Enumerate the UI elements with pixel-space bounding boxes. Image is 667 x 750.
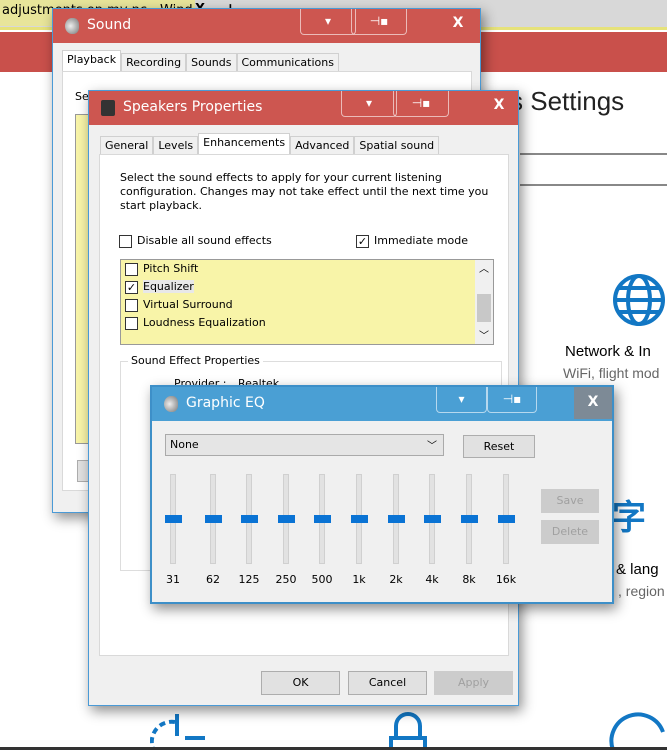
eq-band-label: 500 bbox=[311, 573, 333, 586]
effect-label: Equalizer bbox=[143, 280, 194, 293]
lock-icon[interactable] bbox=[388, 712, 428, 750]
eq-slider-thumb-8k[interactable] bbox=[461, 515, 478, 523]
enhancements-description: Select the sound effects to apply for yo… bbox=[120, 171, 489, 212]
tab-levels[interactable]: Levels bbox=[153, 136, 199, 154]
pin-button[interactable]: ⊣▪ bbox=[487, 387, 537, 413]
eq-band-label: 1k bbox=[352, 573, 366, 586]
reset-button[interactable]: Reset bbox=[463, 435, 535, 458]
eq-band-label: 250 bbox=[275, 573, 297, 586]
settings-search-box[interactable] bbox=[520, 153, 667, 186]
update-icon[interactable] bbox=[150, 712, 210, 750]
checkbox-label: Immediate mode bbox=[374, 234, 468, 247]
checkbox-box[interactable] bbox=[125, 316, 138, 330]
scrollbar-thumb[interactable] bbox=[477, 294, 491, 322]
language-icon[interactable]: 字 bbox=[612, 490, 646, 539]
tab-recording[interactable]: Recording bbox=[121, 53, 187, 71]
network-tile-title[interactable]: Network & In bbox=[565, 343, 651, 360]
effect-virtual-surround[interactable]: Virtual Surround bbox=[121, 296, 493, 314]
sync-icon[interactable] bbox=[608, 712, 667, 750]
disable-all-checkbox[interactable]: Disable all sound effects bbox=[119, 234, 272, 248]
network-tile-subtitle: WiFi, flight mod bbox=[563, 365, 660, 381]
speakers-titlebar[interactable]: Speakers Properties bbox=[89, 91, 518, 125]
tab-advanced[interactable]: Advanced bbox=[290, 136, 355, 154]
settings-page-title: s Settings bbox=[510, 86, 625, 116]
delete-button[interactable]: Delete bbox=[541, 520, 599, 544]
effect-equalizer[interactable]: ✓ Equalizer bbox=[121, 278, 493, 296]
tab-communications[interactable]: Communications bbox=[236, 53, 339, 71]
minimize-button[interactable]: ▾ bbox=[300, 9, 356, 35]
immediate-mode-checkbox[interactable]: ✓ Immediate mode bbox=[356, 234, 468, 248]
playback-description: Se bbox=[75, 90, 89, 103]
effect-label: Virtual Surround bbox=[143, 298, 233, 311]
close-button[interactable]: X bbox=[479, 91, 519, 119]
tab-spatial-sound[interactable]: Spatial sound bbox=[354, 136, 440, 154]
minimize-button[interactable]: ▾ bbox=[341, 91, 397, 117]
preset-value: None bbox=[170, 438, 199, 451]
check-icon[interactable]: ✓ bbox=[356, 234, 369, 248]
close-button[interactable]: X bbox=[574, 387, 612, 419]
speaker-icon bbox=[164, 396, 178, 412]
eq-band-label: 8k bbox=[462, 573, 476, 586]
apply-button[interactable]: Apply bbox=[434, 671, 513, 695]
sound-window-title: Sound bbox=[87, 17, 132, 33]
tab-enhancements[interactable]: Enhancements bbox=[198, 133, 291, 154]
graphic-eq-window: Graphic EQ ▾ ⊣▪ X None ﹀ Reset Save Dele… bbox=[150, 385, 614, 604]
eq-slider-thumb-16k[interactable] bbox=[498, 515, 515, 523]
speaker-icon bbox=[65, 18, 79, 34]
effects-list[interactable]: Pitch Shift ✓ Equalizer Virtual Surround … bbox=[120, 259, 494, 345]
effect-label: Loudness Equalization bbox=[143, 316, 266, 329]
minimize-button[interactable]: ▾ bbox=[436, 387, 487, 413]
eq-slider-thumb-31[interactable] bbox=[165, 515, 182, 523]
effect-pitch-shift[interactable]: Pitch Shift bbox=[121, 260, 493, 278]
speaker-device-icon bbox=[101, 100, 115, 116]
cancel-button[interactable]: Cancel bbox=[348, 671, 427, 695]
group-title: Sound Effect Properties bbox=[128, 354, 263, 367]
eq-slider-thumb-62[interactable] bbox=[205, 515, 222, 523]
eq-band-label: 125 bbox=[238, 573, 260, 586]
close-button[interactable]: X bbox=[438, 9, 478, 37]
tab-general[interactable]: General bbox=[100, 136, 154, 154]
checkbox-label: Disable all sound effects bbox=[137, 234, 272, 247]
pin-button[interactable]: ⊣▪ bbox=[393, 91, 449, 117]
eq-window-title: Graphic EQ bbox=[186, 395, 265, 411]
eq-band-label: 2k bbox=[389, 573, 403, 586]
eq-slider-thumb-250[interactable] bbox=[278, 515, 295, 523]
eq-slider-thumb-4k[interactable] bbox=[424, 515, 441, 523]
preset-dropdown[interactable]: None ﹀ bbox=[165, 434, 444, 456]
checkbox-box[interactable] bbox=[125, 298, 138, 312]
chevron-up-icon[interactable]: ︿ bbox=[475, 260, 493, 275]
eq-band-label: 4k bbox=[425, 573, 439, 586]
chevron-down-icon[interactable]: ﹀ bbox=[475, 327, 493, 342]
ok-button[interactable]: OK bbox=[261, 671, 340, 695]
eq-slider-thumb-125[interactable] bbox=[241, 515, 258, 523]
pin-button[interactable]: ⊣▪ bbox=[351, 9, 407, 35]
tab-playback[interactable]: Playback bbox=[62, 50, 122, 71]
checkbox-box[interactable] bbox=[119, 234, 132, 248]
speakers-window-title: Speakers Properties bbox=[123, 99, 263, 115]
language-tile-subtitle: , region bbox=[618, 583, 665, 599]
tab-sounds[interactable]: Sounds bbox=[186, 53, 237, 71]
check-icon[interactable]: ✓ bbox=[125, 280, 138, 294]
globe-icon[interactable] bbox=[612, 272, 666, 328]
eq-band-label: 16k bbox=[495, 573, 517, 586]
language-tile-title[interactable]: & lang bbox=[616, 561, 659, 578]
save-button[interactable]: Save bbox=[541, 489, 599, 513]
effect-label: Pitch Shift bbox=[143, 262, 199, 275]
eq-slider-thumb-2k[interactable] bbox=[388, 515, 405, 523]
effects-scrollbar[interactable]: ︿ ﹀ bbox=[475, 260, 493, 344]
sound-titlebar[interactable]: Sound bbox=[53, 9, 480, 43]
chevron-down-icon: ﹀ bbox=[427, 441, 437, 452]
eq-band-label: 62 bbox=[206, 573, 220, 586]
eq-slider-thumb-500[interactable] bbox=[314, 515, 331, 523]
eq-titlebar[interactable]: Graphic EQ bbox=[152, 387, 612, 421]
eq-band-label: 31 bbox=[166, 573, 180, 586]
eq-slider-thumb-1k[interactable] bbox=[351, 515, 368, 523]
effect-loudness-equalization[interactable]: Loudness Equalization bbox=[121, 314, 493, 332]
checkbox-box[interactable] bbox=[125, 262, 138, 276]
